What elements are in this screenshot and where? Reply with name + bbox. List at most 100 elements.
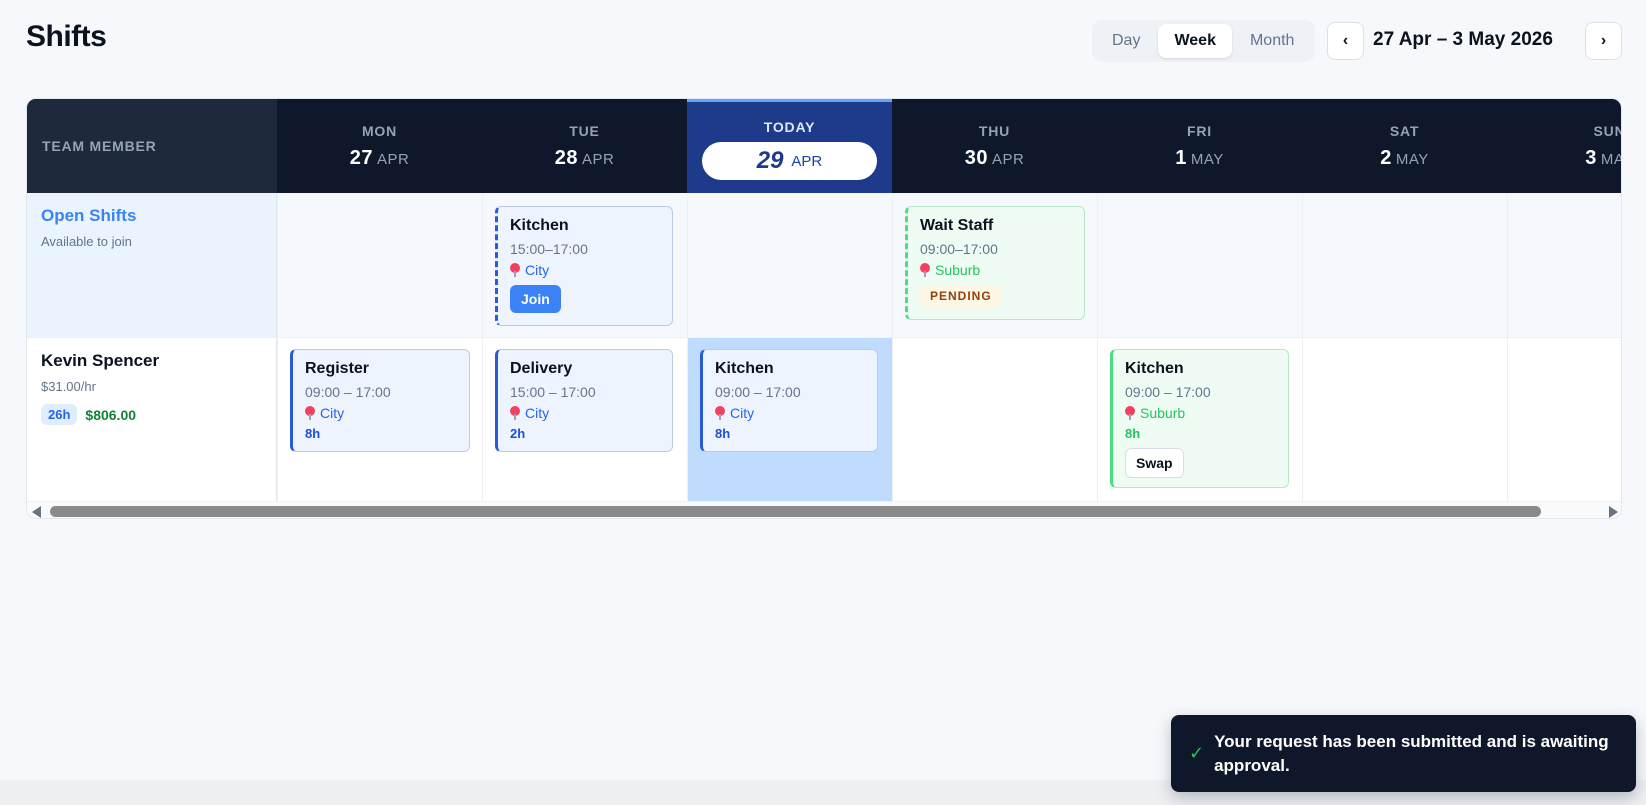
shift-card[interactable]: Register 09:00 – 17:00 City 8h — [290, 349, 470, 452]
open-cell-fri[interactable] — [1097, 193, 1302, 337]
day-month: MAY — [1190, 151, 1224, 168]
shift-location-text: Suburb — [935, 262, 981, 278]
open-cell-mon[interactable] — [277, 193, 482, 337]
day-number: 3 — [1585, 147, 1597, 169]
open-cell-tue[interactable]: Kitchen 15:00–17:00 City Join — [482, 193, 687, 337]
shift-card[interactable]: Kitchen 09:00 – 17:00 Suburb 8h Swap — [1110, 349, 1289, 488]
day-header-sat[interactable]: SAT 2 MAY — [1302, 99, 1507, 193]
shift-location: City — [510, 262, 660, 278]
shift-card[interactable]: Delivery 15:00 – 17:00 City 2h — [495, 349, 673, 452]
scrollbar-thumb[interactable] — [50, 506, 1541, 517]
day-month: APR — [376, 151, 410, 168]
team-member-header: TEAM MEMBER — [27, 99, 277, 193]
view-week-button[interactable]: Week — [1158, 24, 1232, 58]
pin-icon — [305, 406, 315, 420]
schedule-calendar: TEAM MEMBER MON 27 APR TUE 28 APR TODAY 29… — [26, 98, 1622, 519]
shift-duration: 2h — [510, 426, 526, 441]
day-month: MAY — [1395, 151, 1429, 168]
day-month: APR — [581, 151, 615, 168]
day-name: TODAY — [763, 119, 816, 135]
shift-duration: 8h — [305, 426, 321, 441]
next-week-button[interactable]: › — [1585, 22, 1622, 60]
view-switcher: Day Week Month — [1092, 20, 1315, 62]
employee-cell-thu[interactable] — [892, 338, 1097, 501]
employee-name[interactable]: Kevin Spencer — [41, 351, 262, 371]
horizontal-scrollbar[interactable] — [27, 501, 1621, 518]
employee-cell-today[interactable]: Kitchen 09:00 – 17:00 City 8h — [687, 338, 892, 501]
scroll-left-arrow-icon[interactable] — [32, 506, 41, 518]
pay-total: $806.00 — [85, 406, 137, 423]
employee-cell-fri[interactable]: Kitchen 09:00 – 17:00 Suburb 8h Swap — [1097, 338, 1302, 501]
shift-location: City — [715, 405, 865, 421]
open-cell-thu[interactable]: Wait Staff 09:00–17:00 Suburb PENDING — [892, 193, 1097, 337]
shift-time: 09:00–17:00 — [920, 241, 998, 257]
open-cell-sat[interactable] — [1302, 193, 1507, 337]
open-cell-today[interactable] — [687, 193, 892, 337]
shift-role: Wait Staff — [920, 217, 994, 234]
pin-icon — [510, 406, 520, 420]
day-header-mon[interactable]: MON 27 APR — [277, 99, 482, 193]
day-number: 30 — [964, 147, 988, 169]
pin-icon — [715, 406, 725, 420]
calendar-header-row: TEAM MEMBER MON 27 APR TUE 28 APR TODAY 29… — [27, 99, 1621, 193]
day-name: SUN — [1593, 123, 1621, 139]
shift-duration: 8h — [715, 426, 731, 441]
day-number: 28 — [554, 147, 578, 169]
day-header-tue[interactable]: TUE 28 APR — [482, 99, 687, 193]
shift-role: Delivery — [510, 360, 573, 377]
join-button[interactable]: Join — [510, 285, 561, 313]
pin-icon — [510, 263, 520, 277]
prev-week-button[interactable]: ‹ — [1327, 22, 1364, 60]
shift-location: Suburb — [1125, 405, 1276, 421]
shift-time: 09:00 – 17:00 — [715, 384, 801, 400]
day-number: 2 — [1380, 147, 1392, 169]
open-shift-card[interactable]: Kitchen 15:00–17:00 City Join — [495, 206, 673, 326]
open-shifts-label-cell: Open Shifts Available to join — [27, 193, 277, 337]
employee-stats: 26h $806.00 — [41, 404, 262, 425]
pending-status-badge: PENDING — [920, 285, 1002, 307]
toast-notification: ✓ Your request has been submitted and is… — [1171, 715, 1636, 792]
day-month: MAY — [1600, 151, 1621, 168]
page-title: Shifts — [26, 20, 107, 53]
employee-cell-tue[interactable]: Delivery 15:00 – 17:00 City 2h — [482, 338, 687, 501]
shift-location-text: Suburb — [1140, 405, 1186, 421]
open-shifts-subtitle: Available to join — [41, 234, 132, 249]
shift-time: 15:00–17:00 — [510, 241, 588, 257]
day-name: SAT — [1389, 123, 1420, 139]
shift-location: Suburb — [920, 262, 1072, 278]
day-header-today[interactable]: TODAY 29 APR — [687, 99, 892, 193]
shift-location-text: City — [525, 405, 550, 421]
open-shifts-row: Open Shifts Available to join Kitchen 15… — [27, 193, 1621, 337]
view-month-button[interactable]: Month — [1234, 24, 1310, 58]
view-day-button[interactable]: Day — [1096, 24, 1156, 58]
pin-icon — [1125, 406, 1135, 420]
day-header-fri[interactable]: FRI 1 MAY — [1097, 99, 1302, 193]
check-icon: ✓ — [1189, 743, 1205, 763]
open-shift-card[interactable]: Wait Staff 09:00–17:00 Suburb PENDING — [905, 206, 1085, 320]
employee-rate: $31.00/hr — [41, 379, 96, 394]
employee-info-cell: Kevin Spencer $31.00/hr 26h $806.00 — [27, 338, 277, 501]
shift-time: 09:00 – 17:00 — [305, 384, 391, 400]
employee-cell-mon[interactable]: Register 09:00 – 17:00 City 8h — [277, 338, 482, 501]
open-cell-sun[interactable] — [1507, 193, 1621, 337]
day-header-thu[interactable]: THU 30 APR — [892, 99, 1097, 193]
employee-cell-sat[interactable] — [1302, 338, 1507, 501]
shift-time: 15:00 – 17:00 — [510, 384, 596, 400]
day-header-sun[interactable]: SUN 3MAY — [1507, 99, 1621, 193]
day-number: 1 — [1175, 147, 1187, 169]
shift-card[interactable]: Kitchen 09:00 – 17:00 City 8h — [700, 349, 878, 452]
employee-row: Kevin Spencer $31.00/hr 26h $806.00 Regi… — [27, 337, 1621, 501]
shift-role: Register — [305, 360, 370, 377]
shift-location-text: City — [730, 405, 755, 421]
hours-badge: 26h — [41, 404, 78, 425]
swap-button[interactable]: Swap — [1125, 448, 1184, 478]
pin-icon — [920, 263, 930, 277]
scroll-right-arrow-icon[interactable] — [1609, 506, 1618, 518]
today-date-pill: 29 APR — [702, 142, 877, 180]
day-month: APR — [991, 151, 1025, 168]
date-range-label: 27 Apr – 3 May 2026 — [1373, 29, 1553, 50]
shift-role: Kitchen — [1125, 360, 1184, 377]
employee-cell-sun[interactable] — [1507, 338, 1621, 501]
shift-role: Kitchen — [715, 360, 774, 377]
toast-message: Your request has been submitted and is a… — [1214, 731, 1609, 775]
